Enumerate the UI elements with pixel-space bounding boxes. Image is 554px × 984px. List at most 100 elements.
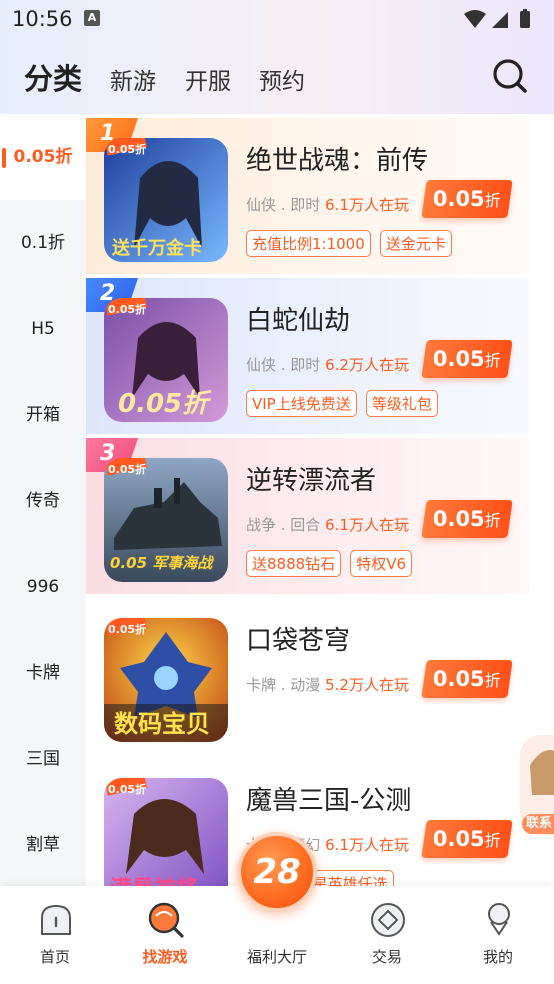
category-sidebar: 0.05折 0.1折 H5 开箱 传奇 996 卡牌 三国 割草 [0,114,86,886]
discount-value: 0.05 [432,187,485,211]
game-genre: 仙侠 . 即时 [246,196,321,214]
discount-button[interactable]: 0.05折 [421,340,513,378]
game-tags: VIP上线免费送 等级礼包 [246,390,442,417]
tab-reservation[interactable]: 预约 [259,62,305,96]
game-meta: 仙侠 . 即时 6.1万人在玩 [246,194,409,215]
wifi-icon [464,10,486,28]
sidebar-item-open-box[interactable]: 开箱 [0,372,86,458]
game-genre: 战争 . 回合 [246,516,321,534]
discount-unit: 折 [484,351,501,370]
discount-button[interactable]: 0.05折 [421,820,513,858]
game-card[interactable]: 3 0.05折 0.05 军事海战 逆转漂流者 战争 . 回合 6.1万人在玩 [86,438,530,594]
contact-label[interactable]: 联系 [522,814,554,834]
game-players: 5.2万人在玩 [325,676,409,694]
search-button[interactable] [492,58,528,94]
nav-label: 交易 [371,948,402,966]
nav-profile[interactable]: 我的 [443,886,553,984]
trade-icon [368,900,408,940]
game-icon: 0.05折 0.05折 [104,298,228,422]
game-tag: 充值比例1:1000 [246,230,371,257]
game-list: 1 0.05折 送千万金卡 绝世战魂：前传 仙侠 . 即时 6.1万人在玩 0.… [86,114,554,886]
game-players: 6.1万人在玩 [325,516,409,534]
game-tag: VIP上线免费送 [246,390,357,417]
sidebar-item-h5[interactable]: H5 [0,286,86,372]
welfare-center-button[interactable]: 28 [237,832,317,912]
sidebar-item-996[interactable]: 996 [0,544,86,630]
sidebar-item-0-1[interactable]: 0.1折 [0,200,86,286]
game-title: 口袋苍穹 [246,626,351,656]
tab-category[interactable]: 分类 [24,56,86,98]
icon-caption: 数码宝贝 [114,710,210,738]
status-time: 10:56 [12,7,73,31]
game-tag: 送金元卡 [379,230,452,257]
icon-caption: 送千万金卡 [111,237,202,259]
discount-unit: 折 [484,671,501,690]
discount-unit: 折 [484,511,501,530]
nav-label[interactable]: 福利大厅 [222,946,332,967]
discount-button[interactable]: 0.05折 [421,660,513,698]
icon-caption: 0.05折 [118,389,212,419]
status-icons [462,8,544,34]
game-title: 逆转漂流者 [246,466,377,496]
game-meta: 仙侠 . 即时 6.2万人在玩 [246,354,409,375]
discount-value: 0.05 [432,667,485,691]
game-icon: 0.05折 数码宝贝 [104,618,228,742]
nav-home[interactable]: 首页 [0,886,110,984]
tab-new-games[interactable]: 新游 [110,62,156,96]
nav-label: 我的 [482,948,513,966]
battery-icon [520,9,530,28]
home-icon [36,900,76,940]
sidebar-item-three-kingdoms[interactable]: 三国 [0,716,86,802]
game-card[interactable]: 0.05折 数码宝贝 口袋苍穹 卡牌 . 动漫 5.2万人在玩 0.05折 [86,598,530,754]
sidebar-item-label: 0.05折 [13,147,73,167]
game-tag: 送8888钻石 [246,550,342,577]
icon-caption: 满星神将 [110,876,198,886]
icon-discount-text: 0.05折 [108,302,146,316]
sidebar-item-mowing[interactable]: 割草 [0,802,86,888]
game-genre: 卡牌 . 动漫 [246,676,321,694]
tab-label: 分类 [24,62,83,96]
sidebar-active-indicator [2,148,6,168]
icon-discount-text: 0.05折 [108,622,146,636]
status-bar: 10:56 A [0,0,554,38]
game-card[interactable]: 1 0.05折 送千万金卡 绝世战魂：前传 仙侠 . 即时 6.1万人在玩 0.… [86,118,530,274]
game-tag: 等级礼包 [365,390,438,417]
game-players: 6.1万人在玩 [325,196,409,214]
nav-label: 首页 [39,948,70,966]
game-tags: 送8888钻石 特权V6 [246,550,416,577]
signal-icon [492,12,508,28]
discount-unit: 折 [484,831,501,850]
game-card[interactable]: 2 0.05折 0.05折 白蛇仙劫 仙侠 . 即时 6.2万人在玩 0.05折… [86,278,530,434]
game-meta: 战争 . 回合 6.1万人在玩 [246,514,409,535]
discount-value: 0.05 [432,507,485,531]
discount-unit: 折 [484,191,501,210]
icon-discount-text: 0.05折 [108,462,146,476]
discount-button[interactable]: 0.05折 [421,500,513,538]
welfare-badge: 28 [253,852,301,892]
game-title: 魔兽三国-公测 [246,786,412,816]
nav-trade[interactable]: 交易 [332,886,442,984]
nav-label: 找游戏 [142,948,188,966]
discount-value: 0.05 [432,827,485,851]
discount-button[interactable]: 0.05折 [421,180,513,218]
sidebar-item-legend[interactable]: 传奇 [0,458,86,544]
sidebar-item-card[interactable]: 卡牌 [0,630,86,716]
icon-caption: 0.05 军事海战 [110,554,214,572]
icon-discount-text: 0.05折 [108,782,146,796]
game-players: 6.1万人在玩 [325,836,409,854]
tab-server-open[interactable]: 开服 [185,62,231,96]
game-tag: 特权V6 [350,550,413,577]
game-icon: 0.05折 送千万金卡 [104,138,228,262]
game-meta: 卡牌 . 动漫 5.2万人在玩 [246,674,409,695]
search-icon [493,59,527,93]
nav-find-game[interactable]: 找游戏 [110,886,220,984]
notification-icon: A [84,10,100,26]
game-icon: 0.05折 0.05 军事海战 [104,458,228,582]
game-players: 6.2万人在玩 [325,356,409,374]
profile-icon [479,900,519,940]
icon-discount-text: 0.05折 [108,142,146,156]
game-title: 绝世战魂：前传 [246,146,429,176]
sidebar-item-0-05[interactable]: 0.05折 [0,114,86,200]
find-game-icon [146,900,186,940]
game-icon: 0.05折 满星神将 [104,778,228,886]
